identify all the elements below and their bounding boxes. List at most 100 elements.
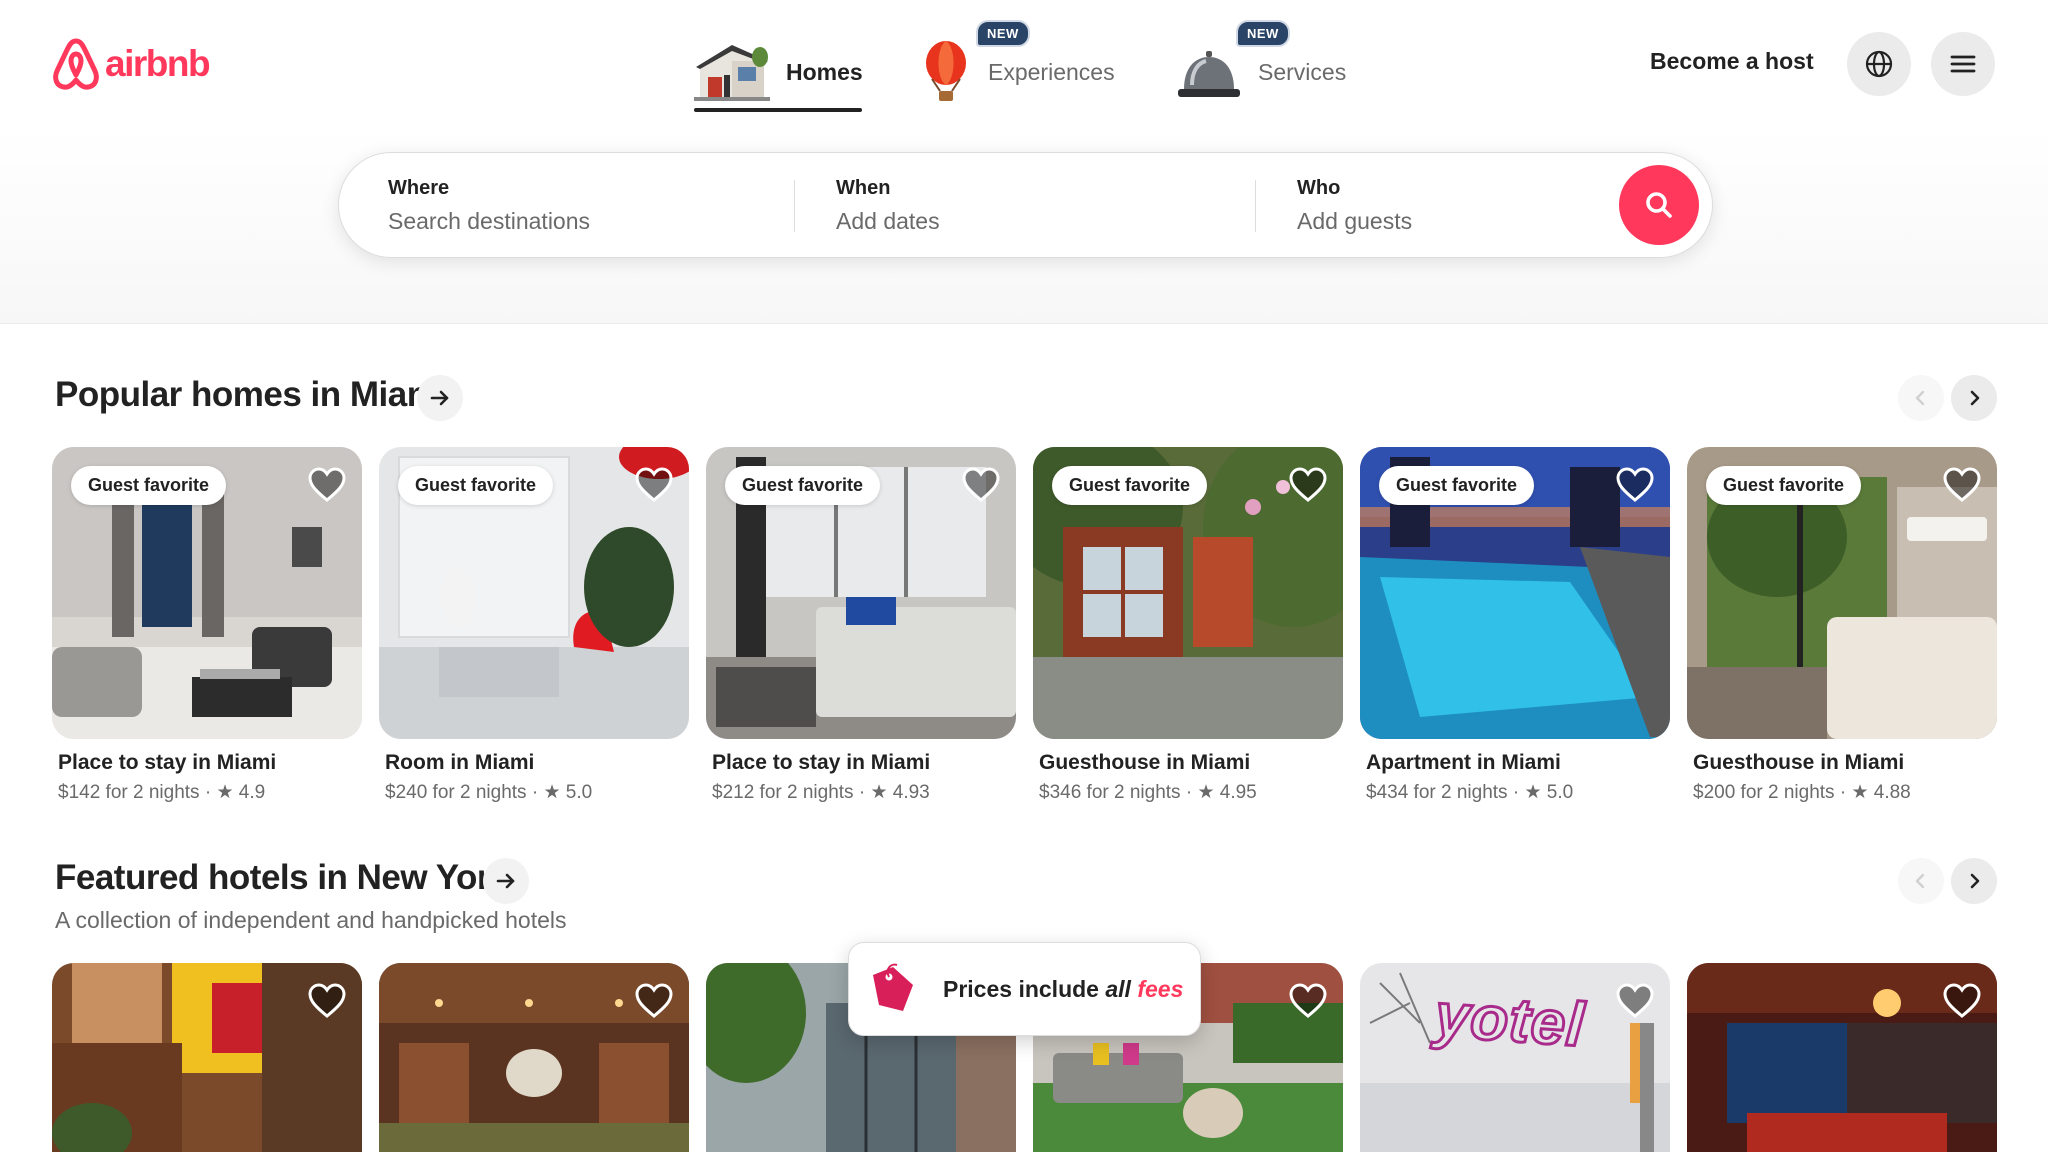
- prices-include-fees-popup[interactable]: Prices include all fees: [848, 942, 1201, 1036]
- heart-icon[interactable]: [962, 467, 1000, 503]
- heart-icon[interactable]: [1943, 467, 1981, 503]
- popular-see-all-button[interactable]: [417, 375, 463, 421]
- heart-icon[interactable]: [1616, 983, 1654, 1019]
- chevron-right-icon: [1970, 873, 1980, 889]
- active-tab-indicator: [694, 108, 862, 112]
- listing-price: $346 for 2 nights: [1039, 782, 1181, 803]
- separator: ·: [1180, 782, 1198, 803]
- hotels-next-button[interactable]: [1951, 858, 1997, 904]
- listing-card[interactable]: Guest favorite Apartment in Miami $434 f…: [1360, 447, 1670, 804]
- listing-card[interactable]: Guest favorite Place to stay in Miami $1…: [52, 447, 362, 804]
- globe-icon: [1865, 50, 1893, 78]
- arrow-right-icon: [496, 873, 515, 889]
- new-badge-experiences: NEW: [976, 20, 1030, 47]
- popular-section-title[interactable]: Popular homes in Miami: [55, 375, 447, 415]
- chevron-right-icon: [1970, 390, 1980, 406]
- listing-title: Guesthouse in Miami: [1039, 751, 1251, 774]
- tab-services-label: Services: [1258, 58, 1347, 85]
- heart-icon[interactable]: [1289, 467, 1327, 503]
- heart-icon[interactable]: [635, 983, 673, 1019]
- heart-icon[interactable]: [1289, 983, 1327, 1019]
- separator: ·: [853, 782, 871, 803]
- listing-card[interactable]: Guest favorite Guesthouse in Miami $200 …: [1687, 447, 1997, 804]
- listing-price: $434 for 2 nights: [1366, 782, 1508, 803]
- brand-name: airbnb: [105, 43, 211, 84]
- guest-favorite-badge: Guest favorite: [1706, 466, 1862, 505]
- heart-icon[interactable]: [1616, 467, 1654, 503]
- listing-rating: 5.0: [565, 782, 593, 803]
- listing-photo[interactable]: Guest favorite: [1360, 447, 1670, 739]
- listing-card[interactable]: Guest favorite Guesthouse in Miami $346 …: [1033, 447, 1343, 804]
- separator: ·: [526, 782, 544, 803]
- airbnb-logo[interactable]: airbnb: [51, 37, 211, 91]
- search-button[interactable]: [1619, 165, 1699, 245]
- service-bell-icon: [1178, 51, 1240, 97]
- separator: ·: [1834, 782, 1852, 803]
- listing-price: $200 for 2 nights: [1693, 782, 1835, 803]
- fees-popup-text: Prices include all fees: [943, 976, 1183, 1003]
- separator: ·: [199, 782, 217, 803]
- listing-title: Room in Miami: [385, 751, 535, 774]
- hotel-card[interactable]: yotel: [1360, 963, 1670, 1152]
- listing-photo[interactable]: Guest favorite: [1687, 447, 1997, 739]
- listing-photo[interactable]: Guest favorite: [52, 447, 362, 739]
- hotel-card[interactable]: [52, 963, 362, 1152]
- house-icon: [694, 45, 770, 101]
- become-host-link[interactable]: Become a host: [1650, 48, 1814, 75]
- hotel-card[interactable]: [1687, 963, 1997, 1152]
- tab-homes[interactable]: Homes: [694, 30, 863, 114]
- listing-card[interactable]: Guest favorite Place to stay in Miami $2…: [706, 447, 1016, 804]
- popular-prev-button[interactable]: [1898, 375, 1944, 421]
- airbnb-logo-icon: [53, 38, 99, 90]
- search-who-field[interactable]: Who Add guests: [1297, 177, 1412, 235]
- who-placeholder: Add guests: [1297, 208, 1413, 234]
- menu-button[interactable]: [1931, 32, 1995, 96]
- listing-rating: 4.95: [1219, 782, 1257, 803]
- guest-favorite-badge: Guest favorite: [398, 466, 554, 505]
- heart-icon[interactable]: [308, 467, 346, 503]
- heart-icon[interactable]: [308, 983, 346, 1019]
- hotel-card[interactable]: [379, 963, 689, 1152]
- star-icon: ★: [1851, 782, 1869, 803]
- search-divider: [1255, 180, 1256, 232]
- star-icon: ★: [870, 782, 888, 803]
- listing-price: $240 for 2 nights: [385, 782, 527, 803]
- popular-next-button[interactable]: [1951, 375, 1997, 421]
- listing-photo[interactable]: Guest favorite: [706, 447, 1016, 739]
- listing-price: $142 for 2 nights: [58, 782, 200, 803]
- language-button[interactable]: [1847, 32, 1911, 96]
- listing-meta: $200 for 2 nights · ★ 4.88: [1693, 781, 1997, 804]
- search-bar: Where Search destinations When Add dates…: [338, 152, 1713, 258]
- hotels-section-title[interactable]: Featured hotels in New York: [55, 858, 509, 898]
- fees-text-fees: fees: [1137, 975, 1184, 1002]
- listing-rating: 4.9: [238, 782, 266, 803]
- hotels-prev-button[interactable]: [1898, 858, 1944, 904]
- listing-rating: 5.0: [1546, 782, 1574, 803]
- fees-text-all: all: [1105, 975, 1138, 1002]
- guest-favorite-badge: Guest favorite: [1052, 466, 1208, 505]
- header: airbnb Homes Experiences NEW Services NE…: [0, 0, 2048, 324]
- search-where-field[interactable]: Where Search destinations: [388, 177, 590, 235]
- hamburger-menu-icon: [1950, 55, 1976, 73]
- hotels-see-all-button[interactable]: [483, 858, 529, 904]
- listing-rating: 4.88: [1873, 782, 1911, 803]
- tab-homes-label: Homes: [786, 58, 863, 85]
- when-title: When: [836, 177, 891, 199]
- listing-photo[interactable]: Guest favorite: [1033, 447, 1343, 739]
- price-tag-icon: [873, 963, 913, 1011]
- heart-icon[interactable]: [1943, 983, 1981, 1019]
- tab-experiences-label: Experiences: [988, 58, 1115, 85]
- search-when-field[interactable]: When Add dates: [836, 177, 940, 235]
- chevron-left-icon: [1915, 390, 1925, 406]
- listing-rating: 4.93: [892, 782, 930, 803]
- star-icon: ★: [1197, 782, 1215, 803]
- listing-meta: $434 for 2 nights · ★ 5.0: [1366, 781, 1670, 804]
- separator: ·: [1507, 782, 1525, 803]
- arrow-right-icon: [430, 390, 449, 406]
- star-icon: ★: [543, 782, 561, 803]
- listing-photo[interactable]: Guest favorite: [379, 447, 689, 739]
- new-badge-services: NEW: [1236, 20, 1290, 47]
- listing-card[interactable]: Guest favorite Room in Miami $240 for 2 …: [379, 447, 689, 804]
- heart-icon[interactable]: [635, 467, 673, 503]
- search-divider: [794, 180, 795, 232]
